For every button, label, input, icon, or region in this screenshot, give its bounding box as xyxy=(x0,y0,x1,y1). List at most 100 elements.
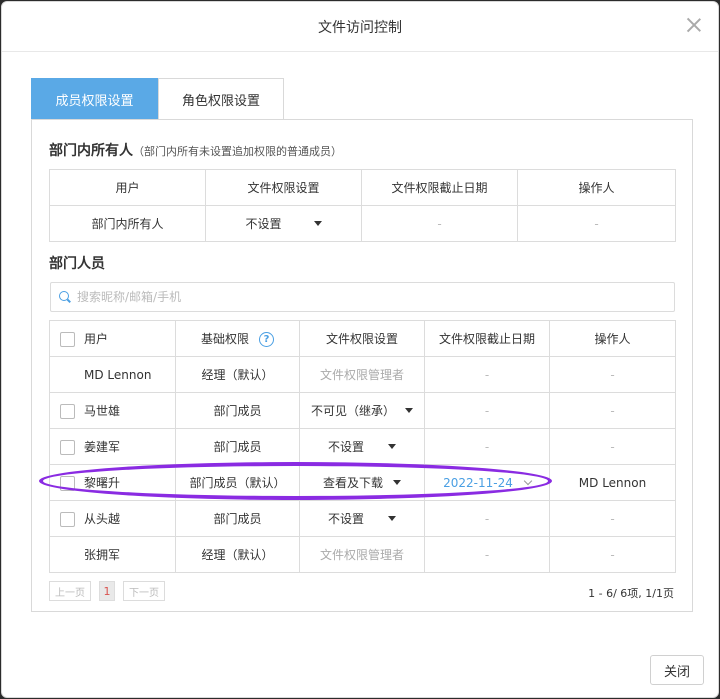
member-user: 从头越 xyxy=(49,500,176,537)
permission-value: 不设置 xyxy=(327,440,364,454)
member-file-permission: 文件权限管理者 xyxy=(299,356,425,393)
owner-operator: - xyxy=(517,205,676,242)
member-name: 姜建军 xyxy=(84,440,121,454)
col-user-label: 用户 xyxy=(84,332,109,346)
member-base-permission: 经理（默认） xyxy=(175,356,300,393)
table-row: MD Lennon 经理（默认） 文件权限管理者 - - xyxy=(49,356,676,393)
tab-role-permissions[interactable]: 角色权限设置 xyxy=(158,78,284,120)
table-row-highlighted: 黎曙升 部门成员（默认） 查看及下载 2022-11-24 MD Lennon xyxy=(49,464,676,501)
col-operator: 操作人 xyxy=(549,320,676,357)
dropdown-arrow-icon xyxy=(313,221,322,226)
member-deadline-picker[interactable]: 2022-11-24 xyxy=(424,464,550,501)
dropdown-arrow-icon xyxy=(388,516,396,521)
member-deadline: - xyxy=(424,392,550,429)
dialog-header: 文件访问控制 xyxy=(2,2,718,52)
help-icon[interactable]: ? xyxy=(259,332,274,347)
member-operator: - xyxy=(549,500,676,537)
dialog-title: 文件访问控制 xyxy=(318,20,402,36)
member-name: MD Lennon xyxy=(84,367,152,382)
pagination-info: 1 - 6/ 6项, 1/1页 xyxy=(588,587,674,600)
col-base-permission: 基础权限? xyxy=(175,320,300,357)
member-user: 姜建军 xyxy=(49,428,176,465)
members-section-title: 部门人员 xyxy=(49,256,105,272)
member-operator: - xyxy=(549,536,676,573)
close-button[interactable]: 关闭 xyxy=(650,655,704,685)
member-permission-select[interactable]: 不可见（继承） xyxy=(299,392,425,429)
search-input[interactable] xyxy=(77,290,637,304)
member-permission-select[interactable]: 不设置 xyxy=(299,428,425,465)
file-access-dialog: 文件访问控制 成员权限设置 角色权限设置 部门内所有人（部门内所有未设置追加权限… xyxy=(1,1,719,698)
member-user: 马世雄 xyxy=(49,392,176,429)
member-base-permission: 经理（默认） xyxy=(175,536,300,573)
row-checkbox[interactable] xyxy=(60,440,75,455)
owner-user: 部门内所有人 xyxy=(49,205,206,242)
dropdown-arrow-icon xyxy=(388,444,396,449)
deadline-value: 2022-11-24 xyxy=(443,475,513,490)
col-user: 用户 xyxy=(49,169,206,206)
tab-bar: 成员权限设置 角色权限设置 xyxy=(31,78,284,120)
owner-permission-select[interactable]: 不设置 xyxy=(205,205,362,242)
member-deadline: - xyxy=(424,536,550,573)
member-base-permission: 部门成员 xyxy=(175,428,300,465)
col-operator: 操作人 xyxy=(517,169,676,206)
chevron-down-icon xyxy=(523,476,533,485)
member-operator: MD Lennon xyxy=(549,464,676,501)
next-page-button[interactable]: 下一页 xyxy=(123,581,165,601)
col-file-permission: 文件权限设置 xyxy=(299,320,425,357)
tab-member-permissions[interactable]: 成员权限设置 xyxy=(31,78,158,120)
table-row: 张拥军 经理（默认） 文件权限管理者 - - xyxy=(49,536,676,573)
table-row: 从头越 部门成员 不设置 - - xyxy=(49,500,676,537)
owners-section-title: 部门内所有人（部门内所有未设置追加权限的普通成员） xyxy=(49,140,342,160)
col-user: 用户 xyxy=(49,320,176,357)
select-all-checkbox[interactable] xyxy=(60,332,75,347)
member-permissions-panel: 部门内所有人（部门内所有未设置追加权限的普通成员） 用户 文件权限设置 文件权限… xyxy=(31,119,693,612)
member-operator: - xyxy=(549,428,676,465)
table-header-row: 用户 文件权限设置 文件权限截止日期 操作人 xyxy=(49,169,676,206)
col-base-permission-label: 基础权限 xyxy=(200,332,249,346)
table-row: 马世雄 部门成员 不可见（继承） - - xyxy=(49,392,676,429)
member-deadline: - xyxy=(424,356,550,393)
table-header-row: 用户 基础权限? 文件权限设置 文件权限截止日期 操作人 xyxy=(49,320,676,357)
row-checkbox[interactable] xyxy=(60,476,75,491)
owner-deadline: - xyxy=(361,205,518,242)
prev-page-button[interactable]: 上一页 xyxy=(49,581,91,601)
dropdown-arrow-icon xyxy=(393,480,401,485)
members-table: 用户 基础权限? 文件权限设置 文件权限截止日期 操作人 MD Lennon 经… xyxy=(49,320,676,573)
search-icon xyxy=(59,291,71,303)
member-deadline: - xyxy=(424,428,550,465)
member-permission-select[interactable]: 查看及下载 xyxy=(299,464,425,501)
permission-value: 查看及下载 xyxy=(322,476,383,490)
member-permission-select[interactable]: 不设置 xyxy=(299,500,425,537)
owners-table: 用户 文件权限设置 文件权限截止日期 操作人 部门内所有人 不设置 - - xyxy=(49,169,676,242)
member-base-permission: 部门成员 xyxy=(175,500,300,537)
member-base-permission: 部门成员 xyxy=(175,392,300,429)
close-icon[interactable] xyxy=(684,15,704,35)
member-user: 黎曙升 xyxy=(49,464,176,501)
member-operator: - xyxy=(549,356,676,393)
col-file-permission: 文件权限设置 xyxy=(205,169,362,206)
permission-value: 不设置 xyxy=(245,217,282,231)
member-name: 张拥军 xyxy=(84,548,121,562)
member-deadline: - xyxy=(424,500,550,537)
row-checkbox[interactable] xyxy=(60,512,75,527)
member-user: MD Lennon xyxy=(49,356,176,393)
member-name: 黎曙升 xyxy=(84,476,121,490)
member-operator: - xyxy=(549,392,676,429)
permission-value: 不设置 xyxy=(327,512,364,526)
row-checkbox[interactable] xyxy=(60,404,75,419)
member-user: 张拥军 xyxy=(49,536,176,573)
permission-value: 不可见（继承） xyxy=(310,404,395,418)
member-name: 马世雄 xyxy=(84,404,121,418)
member-base-permission: 部门成员（默认） xyxy=(175,464,300,501)
col-deadline: 文件权限截止日期 xyxy=(361,169,518,206)
col-deadline: 文件权限截止日期 xyxy=(424,320,550,357)
owners-section-note: （部门内所有未设置追加权限的普通成员） xyxy=(133,145,342,158)
dropdown-arrow-icon xyxy=(405,408,413,413)
page-number-current[interactable]: 1 xyxy=(99,581,115,601)
table-row: 部门内所有人 不设置 - - xyxy=(49,205,676,242)
member-file-permission: 文件权限管理者 xyxy=(299,536,425,573)
member-name: 从头越 xyxy=(84,512,121,526)
owners-section-heading: 部门内所有人 xyxy=(49,143,133,159)
table-row: 姜建军 部门成员 不设置 - - xyxy=(49,428,676,465)
member-search-box[interactable] xyxy=(50,282,675,312)
